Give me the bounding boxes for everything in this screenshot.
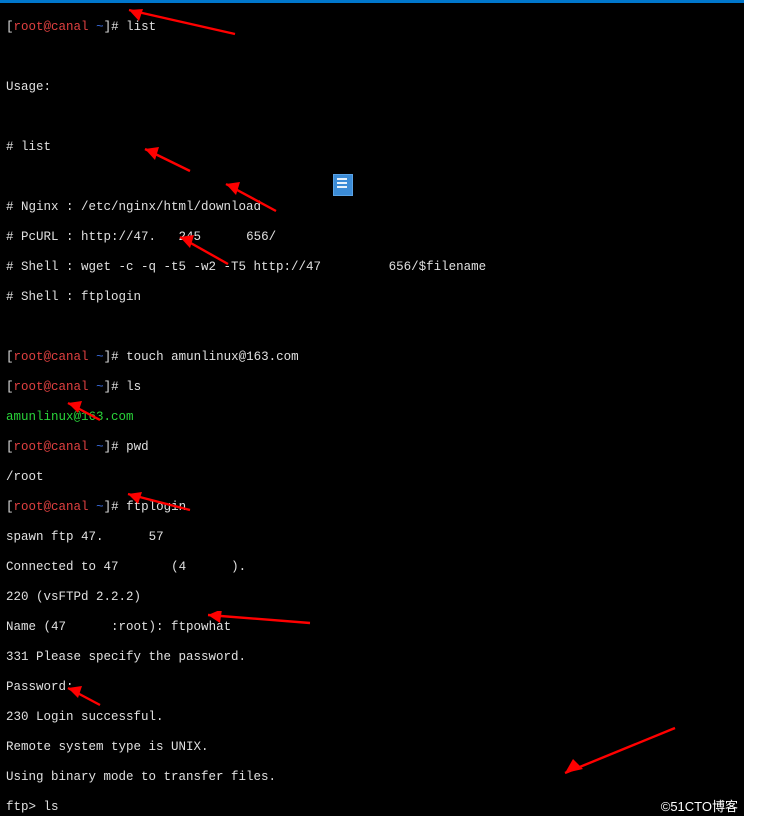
terminal-line: [root@canal ~]# pwd bbox=[6, 440, 738, 455]
command: list bbox=[126, 20, 156, 34]
terminal-line bbox=[6, 320, 738, 335]
terminal-line: Connected to 47 (4 ). bbox=[6, 560, 738, 575]
watermark-text: ©51CTO博客 bbox=[661, 799, 738, 814]
terminal-line: ftp> ls bbox=[6, 800, 738, 815]
prompt-host: root@canal bbox=[14, 500, 89, 514]
terminal-line: # PcURL : http://47. 245 656/ bbox=[6, 230, 738, 245]
terminal-line bbox=[6, 50, 738, 65]
prompt-path: ~ bbox=[96, 20, 104, 34]
prompt-host: root@canal bbox=[14, 350, 89, 364]
terminal-line: Password: bbox=[6, 680, 738, 695]
terminal-line: # Shell : wget -c -q -t5 -w2 -T5 http://… bbox=[6, 260, 738, 275]
terminal-line bbox=[6, 170, 738, 185]
terminal-window[interactable]: [root@canal ~]# list Usage: # list # Ngi… bbox=[0, 0, 744, 816]
command: ftplogin bbox=[126, 500, 186, 514]
command: pwd bbox=[126, 440, 149, 454]
terminal-line: Usage: bbox=[6, 80, 738, 95]
black-box bbox=[343, 206, 351, 219]
command: touch amunlinux@163.com bbox=[126, 350, 299, 364]
terminal-line: [root@canal ~]# list bbox=[6, 20, 738, 35]
terminal-line: 230 Login successful. bbox=[6, 710, 738, 725]
prompt-host: root@canal bbox=[14, 20, 89, 34]
terminal-line: 331 Please specify the password. bbox=[6, 650, 738, 665]
terminal-line: Remote system type is UNIX. bbox=[6, 740, 738, 755]
terminal-line bbox=[6, 110, 738, 125]
terminal-line: # Shell : ftplogin bbox=[6, 290, 738, 305]
terminal-line: [root@canal ~]# ls bbox=[6, 380, 738, 395]
terminal-line: # Nginx : /etc/nginx/html/download bbox=[6, 200, 738, 215]
prompt-path: ~ bbox=[96, 380, 104, 394]
prompt-path: ~ bbox=[96, 440, 104, 454]
document-icon bbox=[333, 174, 353, 196]
prompt-host: root@canal bbox=[14, 440, 89, 454]
command: ls bbox=[126, 380, 141, 394]
terminal-line: [root@canal ~]# ftplogin bbox=[6, 500, 738, 515]
terminal-line: 220 (vsFTPd 2.2.2) bbox=[6, 590, 738, 605]
terminal-line: amunlinux@163.com bbox=[6, 410, 738, 425]
terminal-line: Name (47 :root): ftpowhat bbox=[6, 620, 738, 635]
terminal-line: # list bbox=[6, 140, 738, 155]
terminal-line: spawn ftp 47. 57 bbox=[6, 530, 738, 545]
terminal-line: Using binary mode to transfer files. bbox=[6, 770, 738, 785]
prompt-host: root@canal bbox=[14, 380, 89, 394]
prompt-path: ~ bbox=[96, 500, 104, 514]
prompt-path: ~ bbox=[96, 350, 104, 364]
terminal-line: [root@canal ~]# touch amunlinux@163.com bbox=[6, 350, 738, 365]
terminal-line: /root bbox=[6, 470, 738, 485]
